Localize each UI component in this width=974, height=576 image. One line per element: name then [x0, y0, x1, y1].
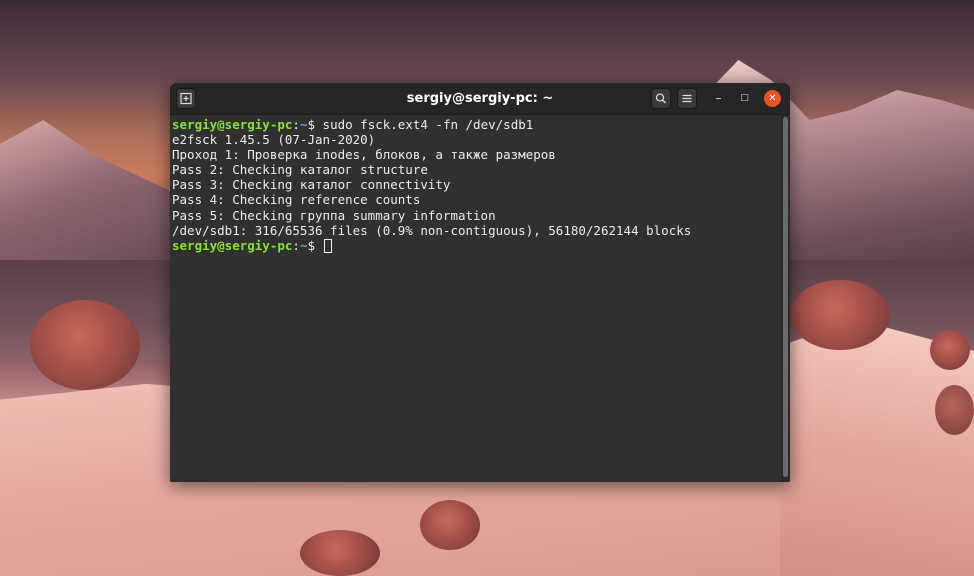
- prompt-separator: :: [292, 117, 300, 132]
- terminal-lines: sergiy@sergiy-pc:~$ sudo fsck.ext4 -fn /…: [170, 117, 691, 253]
- command-text: sudo fsck.ext4 -fn /dev/sdb1: [322, 117, 534, 132]
- minimize-button[interactable]: –: [710, 90, 727, 107]
- command-line: sergiy@sergiy-pc:~$ sudo fsck.ext4 -fn /…: [170, 117, 691, 132]
- close-button[interactable]: ✕: [764, 90, 781, 107]
- output-line: Pass 5: Checking группа summary informat…: [172, 207, 496, 223]
- scrollbar-thumb[interactable]: [783, 117, 788, 477]
- prompt-line[interactable]: sergiy@sergiy-pc:~$: [170, 238, 691, 253]
- tree: [30, 300, 140, 390]
- tree: [935, 385, 974, 435]
- prompt-symbol: $: [307, 117, 323, 132]
- output-line: Pass 2: Checking каталог structure: [172, 162, 428, 178]
- search-button[interactable]: [651, 88, 671, 109]
- window-title: sergiy@sergiy-pc: ~: [406, 91, 554, 106]
- scrollbar[interactable]: [781, 115, 790, 482]
- tree: [420, 500, 480, 550]
- output-line: e2fsck 1.45.5 (07-Jan-2020): [172, 132, 376, 148]
- tree: [790, 280, 890, 350]
- maximize-icon: □: [740, 93, 749, 103]
- terminal-content[interactable]: sergiy@sergiy-pc:~$ sudo fsck.ext4 -fn /…: [170, 115, 782, 482]
- output-line: /dev/sdb1: 316/65536 files (0.9% non-con…: [172, 222, 692, 238]
- tree: [930, 330, 970, 370]
- output-line: Pass 3: Checking каталог connectivity: [172, 177, 451, 193]
- tree: [300, 530, 380, 576]
- close-icon: ✕: [768, 93, 777, 104]
- prompt-symbol: $: [307, 237, 323, 253]
- prompt-user-host: sergiy@sergiy-pc: [172, 117, 293, 132]
- terminal-window[interactable]: sergiy@sergiy-pc: ~ – □ ✕ sergiy@sergiy-…: [170, 83, 790, 482]
- minimize-icon: –: [715, 91, 722, 105]
- output-line: Проход 1: Проверка inodes, блоков, а так…: [172, 147, 556, 163]
- prompt-user-host: sergiy@sergiy-pc: [172, 237, 293, 253]
- menu-button[interactable]: [677, 88, 697, 109]
- output-line: Pass 4: Checking reference counts: [172, 192, 421, 208]
- maximize-button[interactable]: □: [736, 90, 753, 107]
- title-bar[interactable]: sergiy@sergiy-pc: ~ – □ ✕: [170, 83, 790, 115]
- prompt-separator: :: [292, 237, 300, 253]
- text-cursor[interactable]: [323, 238, 332, 253]
